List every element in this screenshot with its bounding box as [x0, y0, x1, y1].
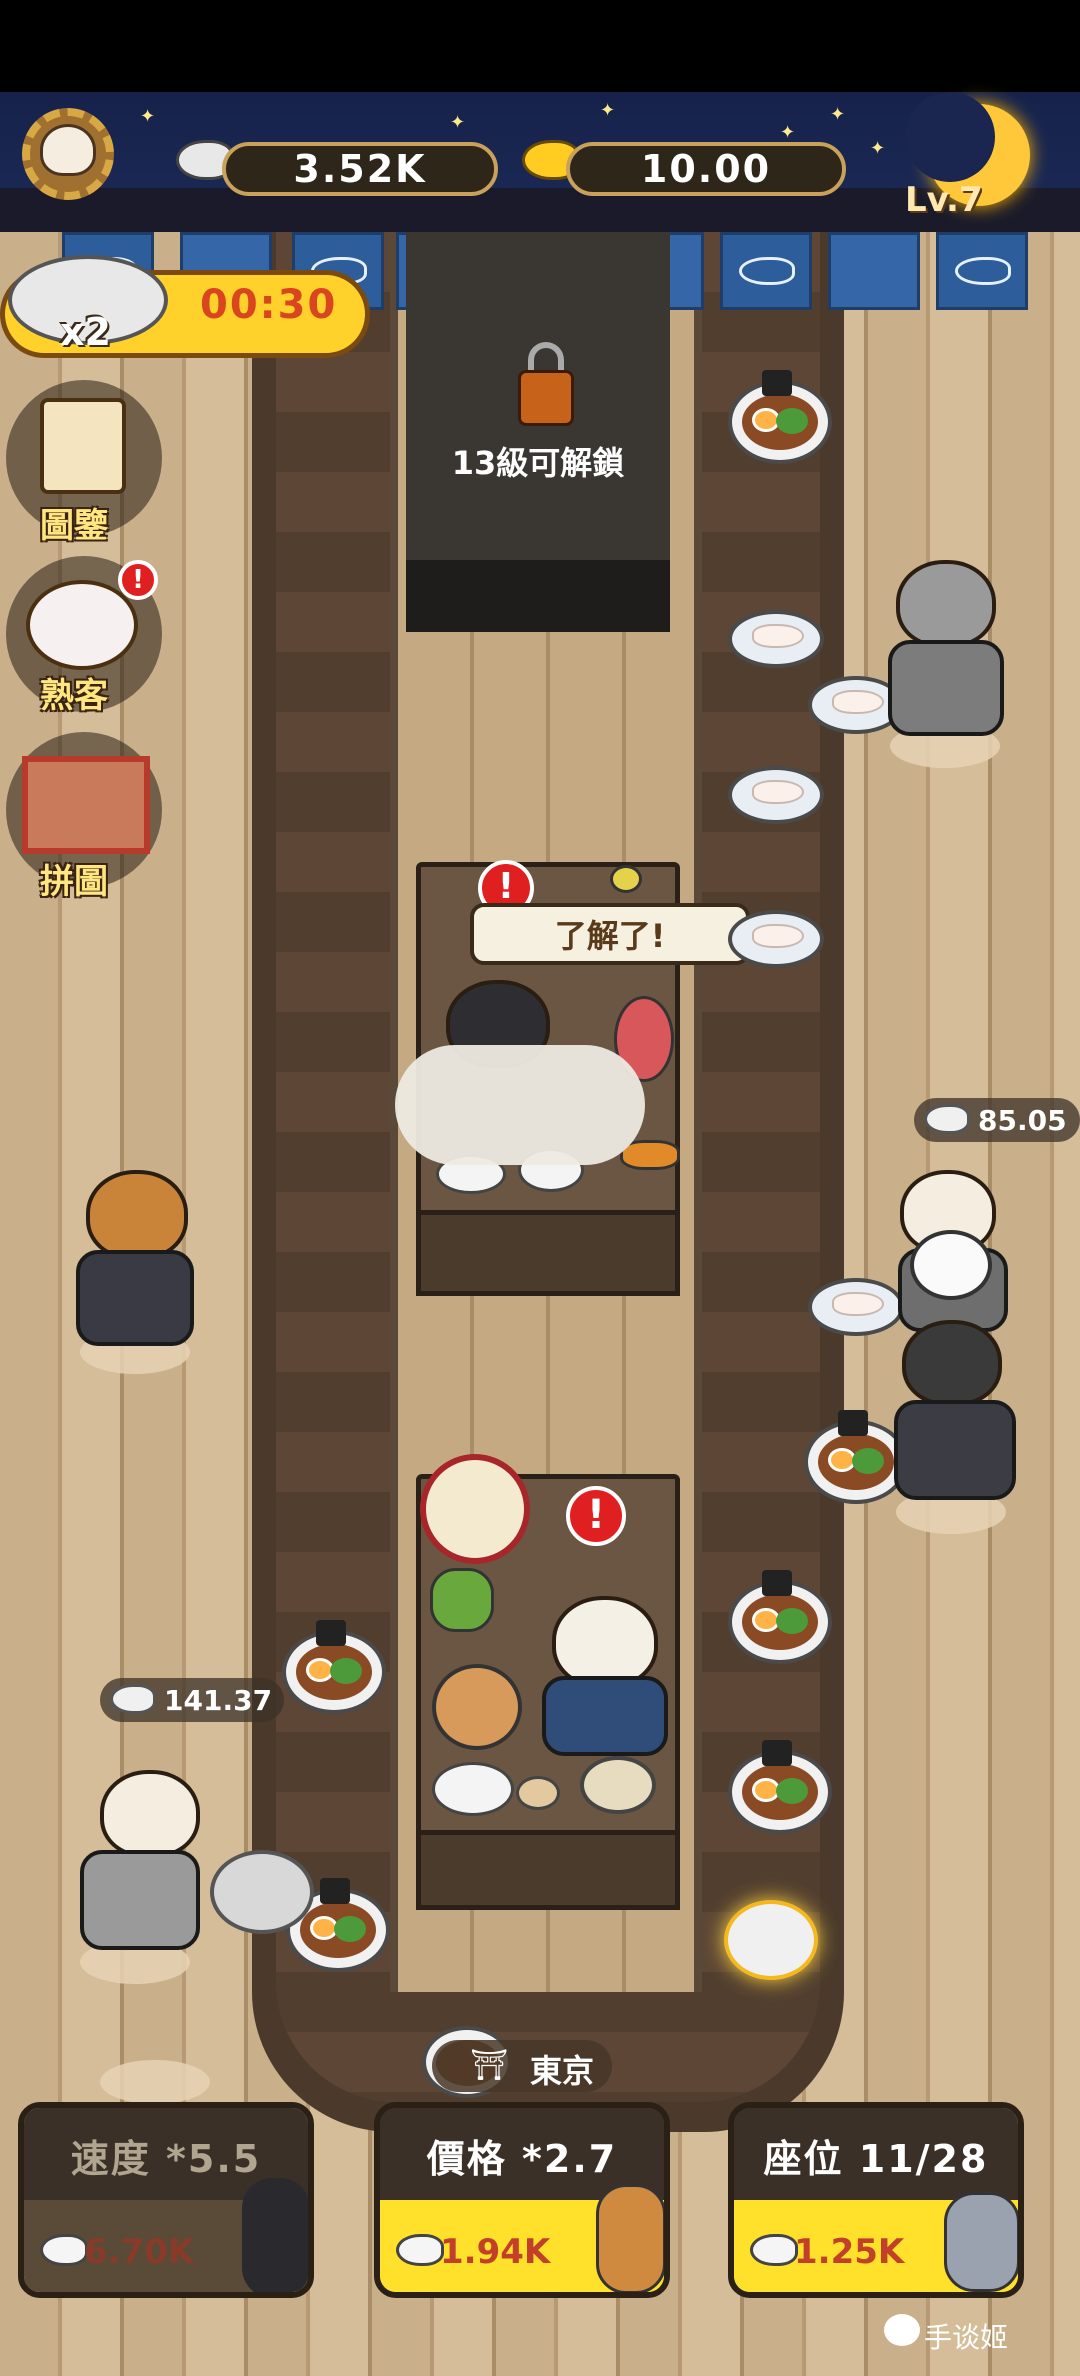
kitchen-counter-1-front [416, 1210, 680, 1296]
alert-icon[interactable]: ! [566, 1486, 626, 1546]
watermark: 手谈姬 [924, 2321, 1009, 2354]
panel-multiplier: *5.5 [166, 2137, 262, 2181]
white-kitten [910, 1230, 992, 1300]
grey-cat-stool-icon [944, 2192, 1018, 2292]
soup-pot [420, 1454, 530, 1564]
ramen-dish[interactable] [728, 1740, 832, 1834]
book-icon [40, 398, 126, 494]
level-label: Lv.7 [905, 180, 983, 220]
noodle-bowl [580, 1756, 656, 1814]
noren-curtain [720, 232, 812, 310]
menu-label: 熟客 [40, 676, 108, 716]
shrine-icon: ⛩ [470, 2048, 509, 2083]
silver-fish-counter: 3.52K [222, 142, 498, 196]
earnings-tag: 141.37 [100, 1678, 284, 1722]
boost-multiplier: x2 [60, 310, 111, 354]
menu-label: 拼圖 [40, 862, 108, 902]
seat-cushion [100, 2060, 210, 2104]
cutting-board [432, 1664, 522, 1750]
lemon-ingredient [610, 865, 642, 893]
upgrade-cost: 1.25K [794, 2232, 905, 2272]
sashimi-dish[interactable] [728, 910, 824, 968]
panel-title: 價格 [426, 2137, 507, 2181]
moon-shadow [905, 92, 995, 182]
special-fish-dish[interactable] [724, 1900, 818, 1980]
city-name: 東京 [530, 2052, 595, 2090]
status-bar [0, 0, 1080, 92]
earnings-value: 85.05 [978, 1103, 1067, 1137]
lettuce-ingredient [430, 1568, 494, 1632]
boost-timer: 00:30 [200, 282, 338, 328]
upgrade-price-panel[interactable]: 價格 *2.7 1.94K [374, 2102, 670, 2298]
paw-icon [26, 580, 138, 670]
alert-icon: ! [118, 560, 158, 600]
empty-plate [210, 1850, 314, 1934]
panel-title: 座位 [763, 2137, 844, 2181]
upgrade-cost: 1.94K [440, 2232, 551, 2272]
panel-title: 速度 [70, 2137, 151, 2181]
cat-avatar [40, 124, 96, 176]
sashimi-dish[interactable] [728, 610, 824, 668]
ramen-dish[interactable] [282, 1620, 386, 1714]
cooking-steam [395, 1045, 645, 1165]
sashimi-dish[interactable] [808, 1278, 904, 1336]
earnings-value: 141.37 [164, 1683, 273, 1717]
silver-fish-value: 3.52K [293, 147, 427, 191]
noren-curtain [936, 232, 1028, 310]
noren-curtain [828, 232, 920, 310]
gold-fish-value: 10.00 [640, 147, 772, 191]
upgrade-seats-panel[interactable]: 座位 11/28 1.25K [728, 2102, 1024, 2298]
lock-icon [518, 370, 574, 426]
kitchen-counter-2-front [416, 1830, 680, 1910]
sashimi-dish[interactable] [728, 766, 824, 824]
ramen-dish[interactable] [728, 1570, 832, 1664]
meat-plate [432, 1762, 514, 1816]
upgrade-speed-panel[interactable]: 速度 *5.5 6.70K [18, 2102, 314, 2298]
ramen-dish[interactable] [804, 1410, 908, 1504]
menu-label: 圖鑒 [40, 506, 108, 546]
locked-kitchen-base [406, 560, 670, 632]
orange-cat-icon [596, 2184, 664, 2292]
upgrade-cost: 6.70K [84, 2232, 195, 2272]
gold-fish-counter: 10.00 [566, 142, 846, 196]
ramen-dish[interactable] [728, 370, 832, 464]
black-cat-icon [242, 2178, 308, 2292]
panel-multiplier: 11/28 [858, 2137, 989, 2181]
panel-multiplier: *2.7 [522, 2137, 618, 2181]
earnings-tag: 85.05 [914, 1098, 1080, 1142]
chef-speech-bubble: 了解了! [470, 903, 750, 965]
wechat-icon [884, 2314, 920, 2346]
eggs-ingredient [516, 1776, 560, 1810]
puzzle-icon [22, 756, 150, 854]
unlock-requirement: 13級可解鎖 [451, 444, 625, 482]
